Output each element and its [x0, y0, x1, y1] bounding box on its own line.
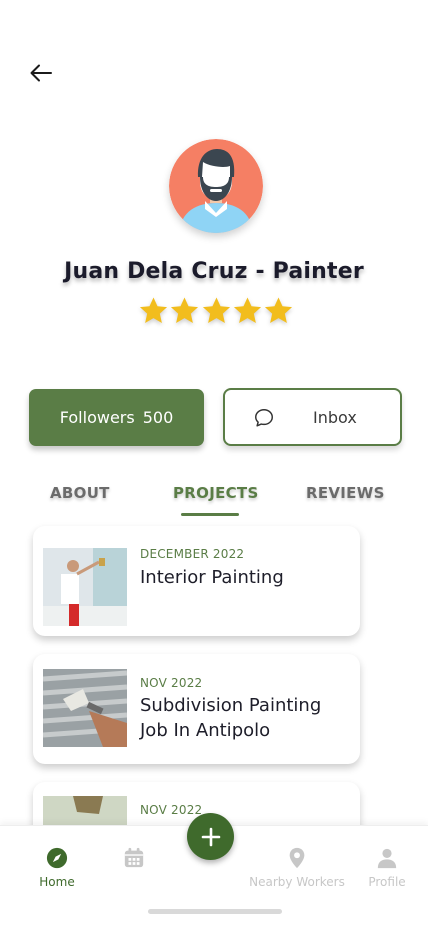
profile-name: Juan Dela Cruz - Painter: [64, 259, 364, 284]
back-button[interactable]: [28, 60, 54, 86]
project-thumbnail: [43, 548, 127, 626]
calendar-icon: [124, 847, 144, 868]
nav-nearby-workers[interactable]: Nearby Workers: [247, 847, 347, 889]
compass-icon: [46, 847, 68, 869]
avatar: [169, 139, 263, 233]
star-icon: [264, 297, 293, 324]
project-date: NOV 2022: [140, 803, 203, 817]
tab-reviews[interactable]: REVIEWS: [306, 484, 385, 502]
star-icon: [171, 297, 199, 324]
nav-profile[interactable]: Profile: [364, 847, 410, 889]
project-card[interactable]: DECEMBER 2022 Interior Painting: [33, 526, 360, 636]
nav-profile-label: Profile: [368, 875, 406, 889]
project-date: DECEMBER 2022: [140, 547, 245, 561]
inbox-button[interactable]: Inbox: [223, 388, 402, 446]
home-indicator: [148, 909, 282, 914]
map-pin-icon: [289, 847, 305, 869]
tab-projects[interactable]: PROJECTS: [173, 484, 259, 502]
plus-icon: [201, 827, 220, 846]
active-tab-indicator: [181, 513, 239, 516]
nav-home[interactable]: Home: [32, 847, 82, 889]
inbox-label: Inbox: [313, 408, 357, 427]
add-button[interactable]: [187, 813, 234, 860]
tab-about[interactable]: ABOUT: [50, 484, 110, 502]
followers-count: 500: [142, 408, 174, 427]
nav-home-label: Home: [39, 875, 75, 889]
project-title: Interior Painting: [140, 567, 284, 588]
star-icon: [139, 297, 168, 324]
followers-label: Followers: [59, 408, 135, 427]
project-thumbnail: [43, 669, 127, 747]
nav-calendar[interactable]: [122, 847, 146, 875]
project-title: Subdivision Painting Job In Antipolo: [140, 695, 322, 741]
followers-button[interactable]: Followers 500: [29, 389, 204, 446]
project-card[interactable]: NOV 2022 Subdivision Painting Job In Ant…: [33, 654, 360, 764]
user-icon: [377, 848, 397, 869]
chat-bubble-icon: [255, 409, 273, 427]
arrow-left-icon: [30, 64, 52, 82]
avatar-man-icon: [169, 139, 263, 233]
star-icon: [202, 297, 230, 324]
rating-stars: [138, 295, 294, 329]
star-icon: [233, 297, 261, 324]
project-date: NOV 2022: [140, 676, 203, 690]
nav-nearby-workers-label: Nearby Workers: [249, 875, 345, 889]
